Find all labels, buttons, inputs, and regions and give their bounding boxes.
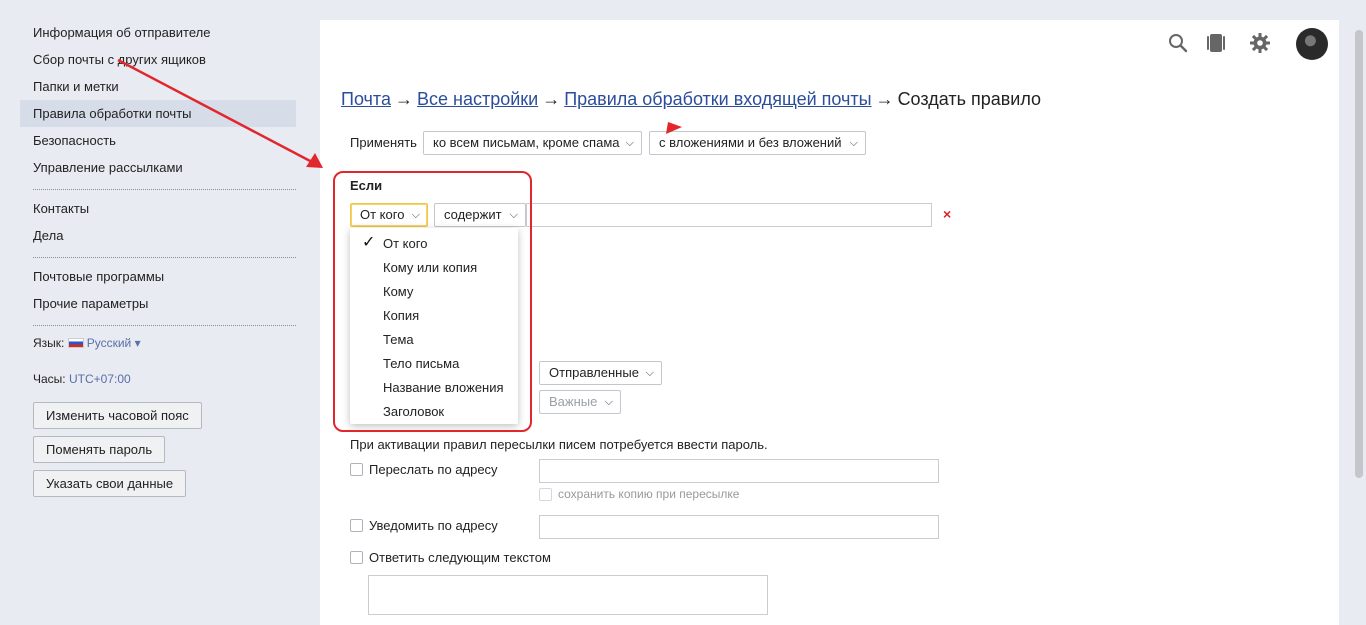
reply-checkbox[interactable] — [350, 551, 363, 564]
language-row: Язык: Русский ▾ — [33, 336, 141, 350]
change-password-button[interactable]: Поменять пароль — [33, 436, 166, 463]
condition-value-input[interactable] — [526, 203, 932, 227]
chevron-down-icon: ⌵ — [645, 367, 654, 379]
keep-copy-label: сохранить копию при пересылке — [558, 487, 740, 501]
checkmark-icon: ✓ — [362, 234, 376, 251]
apply-scope-value: ко всем письмам, кроме спама — [433, 135, 620, 150]
forward-checkbox[interactable] — [350, 463, 363, 476]
clock-row: Часы: UTC+07:00 — [33, 372, 131, 386]
language-caret-icon[interactable]: ▾ — [135, 336, 141, 350]
delete-condition-icon[interactable]: × — [943, 206, 951, 222]
dropdown-option-subject[interactable]: Тема — [383, 332, 414, 347]
sidebar-item-contacts[interactable]: Контакты — [20, 195, 296, 222]
dropdown-option-from[interactable]: От кого — [383, 236, 427, 251]
dropdown-option-to-or-cc[interactable]: Кому или копия — [383, 260, 477, 275]
sidebar-divider — [33, 257, 296, 258]
breadcrumb: Почта → Все настройки → Правила обработки вх… — [341, 89, 1041, 110]
timezone-value[interactable]: UTC+07:00 — [69, 372, 131, 386]
language-label: Язык: — [33, 336, 65, 350]
chevron-down-icon: ⌵ — [604, 396, 613, 408]
apply-scope-select[interactable]: ко всем письмам, кроме спама ⌵ — [423, 131, 642, 155]
dropdown-option-attachment-name[interactable]: Название вложения — [383, 380, 504, 395]
attachments-select[interactable]: с вложениями и без вложений ⌵ — [649, 131, 866, 155]
main-panel: Почта → Все настройки → Правила обработки вх… — [320, 20, 1339, 625]
change-timezone-button[interactable]: Изменить часовой пояс — [33, 402, 202, 429]
breadcrumb-rules-link[interactable]: Правила обработки входящей почты — [564, 89, 871, 109]
notify-label: Уведомить по адресу — [369, 518, 498, 533]
chevron-down-icon: ⌵ — [411, 209, 420, 221]
breadcrumb-arrow-icon: → — [394, 89, 413, 109]
sidebar-group-other: Почтовые программы Прочие параметры — [20, 263, 296, 317]
folder-select[interactable]: Отправленные ⌵ — [539, 361, 662, 385]
breadcrumb-arrow-icon: → — [875, 89, 894, 109]
page-title: Создать правило — [897, 89, 1042, 109]
avatar[interactable] — [1296, 28, 1328, 60]
breadcrumb-arrow-icon: → — [542, 89, 561, 109]
keep-copy-checkbox[interactable] — [539, 488, 552, 501]
password-note: При активации правил пересылки писем пот… — [350, 437, 768, 452]
chevron-down-icon: ⌵ — [849, 137, 858, 149]
sidebar-item-todo[interactable]: Дела — [20, 222, 296, 249]
notify-checkbox[interactable] — [350, 519, 363, 532]
clock-label: Часы: — [33, 372, 66, 386]
sidebar-divider — [33, 189, 296, 190]
sidebar-group-contacts: Контакты Дела — [20, 195, 296, 249]
reply-text-area[interactable] — [368, 575, 768, 615]
sidebar-item-mail-rules[interactable]: Правила обработки почты — [20, 100, 296, 127]
search-icon[interactable] — [1167, 32, 1189, 54]
forward-address-input[interactable] — [539, 459, 939, 483]
dropdown-option-header[interactable]: Заголовок — [383, 404, 444, 419]
notify-address-input[interactable] — [539, 515, 939, 539]
forward-label: Переслать по адресу — [369, 462, 498, 477]
gear-icon[interactable] — [1249, 32, 1271, 54]
sidebar-item-sender-info[interactable]: Информация об отправителе — [20, 19, 296, 46]
field-dropdown-menu: ✓ От кого Кому или копия Кому Копия Тема… — [350, 228, 518, 424]
scrollbar-thumb[interactable] — [1355, 30, 1363, 478]
sidebar-group-main: Информация об отправителе Сбор почты с д… — [20, 19, 296, 181]
folder-select-value: Отправленные — [549, 365, 639, 380]
breadcrumb-settings-link[interactable]: Все настройки — [417, 89, 538, 109]
label-select[interactable]: Важные ⌵ — [539, 390, 621, 414]
if-heading: Если — [350, 178, 383, 193]
attachments-value: с вложениями и без вложений — [659, 135, 842, 150]
chevron-down-icon: ⌵ — [509, 209, 518, 221]
condition-select-value: содержит — [444, 207, 502, 222]
russia-flag-icon — [67, 338, 84, 348]
sidebar-item-mail-collector[interactable]: Сбор почты с других ящиков — [20, 46, 296, 73]
personal-data-button[interactable]: Указать свои данные — [33, 470, 187, 497]
sidebar-item-other-params[interactable]: Прочие параметры — [20, 290, 296, 317]
dropdown-option-to[interactable]: Кому — [383, 284, 413, 299]
dropdown-option-cc[interactable]: Копия — [383, 308, 419, 323]
sidebar-item-security[interactable]: Безопасность — [20, 127, 296, 154]
sidebar-item-subscriptions[interactable]: Управление рассылками — [20, 154, 296, 181]
chevron-down-icon: ⌵ — [625, 137, 634, 149]
sidebar-item-mail-clients[interactable]: Почтовые программы — [20, 263, 296, 290]
sidebar-divider — [33, 325, 296, 326]
language-selector[interactable]: Русский — [87, 336, 132, 350]
reply-label: Ответить следующим текстом — [369, 550, 551, 565]
condition-select[interactable]: содержит ⌵ — [434, 203, 526, 227]
field-select[interactable]: От кого ⌵ — [350, 203, 428, 227]
sidebar-item-folders-labels[interactable]: Папки и метки — [20, 73, 296, 100]
label-select-value: Важные — [549, 394, 598, 409]
apply-label: Применять — [350, 135, 417, 150]
mobile-icon[interactable] — [1205, 32, 1227, 54]
field-select-value: От кого — [360, 207, 405, 222]
dropdown-option-body[interactable]: Тело письма — [383, 356, 459, 371]
breadcrumb-mail-link[interactable]: Почта — [341, 89, 391, 109]
